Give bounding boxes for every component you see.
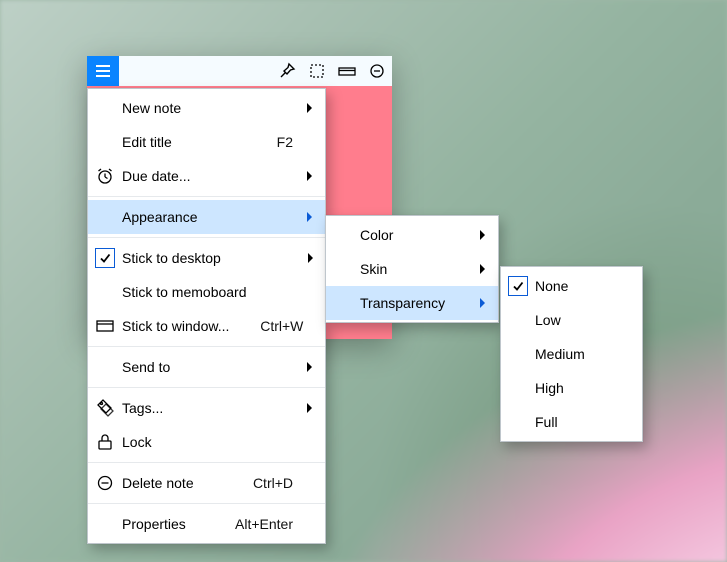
menu-item-shortcut: Ctrl+W [243, 318, 311, 334]
menu-item-label: Tags... [122, 400, 233, 416]
menu-separator [88, 237, 325, 238]
menu-item-label: Lock [122, 434, 233, 450]
submenu-arrow-icon [480, 264, 485, 274]
menu-item-transparency[interactable]: Transparency [326, 286, 498, 320]
menu-item-label: Edit title [122, 134, 233, 150]
menu-item-label: Appearance [122, 209, 233, 225]
submenu-arrow-icon [308, 253, 313, 263]
menu-item-color[interactable]: Color [326, 218, 498, 252]
pin-icon [278, 62, 296, 80]
submenu-arrow-icon [480, 230, 485, 240]
submenu-arrow-icon [480, 298, 485, 308]
menu-item-appearance[interactable]: Appearance [88, 200, 325, 234]
menu-item-transparency-high[interactable]: High [501, 371, 642, 405]
checkbox-checked-icon [95, 248, 115, 268]
menu-item-transparency-low[interactable]: Low [501, 303, 642, 337]
window-button[interactable] [332, 56, 362, 86]
appearance-submenu: Color Skin Transparency [325, 215, 499, 323]
menu-item-properties[interactable]: Properties Alt+Enter [88, 507, 325, 541]
menu-item-label: New note [122, 100, 233, 116]
menu-item-transparency-medium[interactable]: Medium [501, 337, 642, 371]
menu-item-label: Due date... [122, 168, 233, 184]
menu-item-label: Transparency [360, 295, 474, 311]
selection-icon [309, 63, 325, 79]
menu-item-label: Low [535, 312, 634, 328]
menu-separator [88, 346, 325, 347]
menu-item-shortcut: Ctrl+D [233, 475, 301, 491]
menu-item-label: Stick to window... [122, 318, 243, 334]
transparency-submenu: None Low Medium High Full [500, 266, 643, 442]
menu-item-due-date[interactable]: Due date... [88, 159, 325, 193]
menu-item-label: Send to [122, 359, 233, 375]
menu-item-transparency-full[interactable]: Full [501, 405, 642, 439]
menu-item-stick-to-desktop[interactable]: Stick to desktop [88, 241, 325, 275]
menu-item-label: None [535, 278, 634, 294]
menu-item-label: Color [360, 227, 474, 243]
menu-item-skin[interactable]: Skin [326, 252, 498, 286]
menu-item-shortcut: Alt+Enter [233, 516, 301, 532]
menu-item-label: Medium [535, 346, 634, 362]
menu-item-send-to[interactable]: Send to [88, 350, 325, 384]
alarm-clock-icon [95, 166, 115, 186]
submenu-arrow-icon [307, 171, 312, 181]
menu-item-edit-title[interactable]: Edit title F2 [88, 125, 325, 159]
menu-item-label: Skin [360, 261, 474, 277]
menu-separator [88, 196, 325, 197]
menu-item-label: Delete note [122, 475, 233, 491]
menu-separator [88, 503, 325, 504]
submenu-arrow-icon [307, 103, 312, 113]
submenu-arrow-icon [307, 212, 312, 222]
menu-item-delete-note[interactable]: Delete note Ctrl+D [88, 466, 325, 500]
menu-item-label: Full [535, 414, 634, 430]
menu-separator [88, 462, 325, 463]
menu-item-new-note[interactable]: New note [88, 91, 325, 125]
menu-item-stick-to-memoboard[interactable]: Stick to memoboard [88, 275, 325, 309]
menu-item-label: Stick to memoboard [122, 284, 261, 300]
menu-item-tags[interactable]: Tags... [88, 391, 325, 425]
lock-icon [96, 432, 114, 452]
window-icon [338, 64, 356, 78]
hamburger-icon [95, 64, 111, 78]
menu-separator [88, 387, 325, 388]
menu-item-stick-to-window[interactable]: Stick to window... Ctrl+W [88, 309, 325, 343]
hamburger-menu-button[interactable] [87, 56, 119, 86]
selection-button[interactable] [302, 56, 332, 86]
main-context-menu: New note Edit title F2 Due date... Appea… [87, 88, 326, 544]
minus-circle-icon [96, 474, 114, 492]
collapse-button[interactable] [362, 56, 392, 86]
tags-icon [95, 398, 115, 418]
pin-button[interactable] [272, 56, 302, 86]
menu-item-label: Properties [122, 516, 233, 532]
menu-item-transparency-none[interactable]: None [501, 269, 642, 303]
checkbox-checked-icon [508, 276, 528, 296]
menu-item-label: High [535, 380, 634, 396]
menu-item-shortcut: F2 [233, 134, 301, 150]
submenu-arrow-icon [307, 403, 312, 413]
window-icon [95, 318, 115, 334]
note-titlebar [87, 56, 392, 86]
menu-item-label: Stick to desktop [122, 250, 235, 266]
menu-item-lock[interactable]: Lock [88, 425, 325, 459]
submenu-arrow-icon [307, 362, 312, 372]
minus-circle-icon [369, 63, 385, 79]
